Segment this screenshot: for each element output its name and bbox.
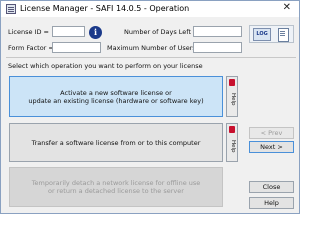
activate-license-button[interactable]: Activate a new software license or updat… (9, 76, 223, 117)
info-icon[interactable]: i (89, 26, 102, 39)
max-users-field[interactable] (193, 42, 242, 53)
detach-line-1: Temporarily detach a network license for… (31, 179, 201, 187)
app-icon (6, 4, 16, 14)
detach-license-button[interactable]: Temporarily detach a network license for… (9, 167, 223, 207)
close-window-icon[interactable]: ✕ (283, 3, 291, 13)
window-title: License Manager - SAFI 14.0.5 - Operatio… (20, 4, 190, 13)
close-button[interactable]: Close (249, 181, 294, 193)
separator (6, 57, 296, 58)
activate-line-1: Activate a new software license or (60, 88, 172, 97)
form-factor-field[interactable] (52, 42, 101, 53)
tool-icon-group: LOG (249, 25, 294, 43)
days-left-field[interactable] (193, 26, 242, 37)
form-factor-label: Form Factor = (8, 44, 54, 52)
transfer-license-button[interactable]: Transfer a software license from or to t… (9, 123, 223, 162)
pdf-icon (229, 79, 235, 86)
next-button[interactable]: Next > (249, 141, 294, 153)
transfer-help-label: Help (230, 139, 236, 153)
transfer-line-1: Transfer a software license from or to t… (31, 138, 201, 147)
activate-line-2: update an existing license (hardware or … (28, 96, 204, 105)
license-manager-window: License Manager - SAFI 14.0.5 - Operatio… (0, 0, 300, 214)
pdf-icon (229, 126, 235, 133)
activate-help-button[interactable]: Help (226, 76, 238, 117)
days-left-label: Number of Days Left = (124, 28, 199, 36)
document-icon[interactable] (276, 28, 290, 42)
log-icon[interactable]: LOG (253, 28, 271, 41)
detach-line-2: or return a detached license to the serv… (48, 187, 184, 195)
help-button[interactable]: Help (249, 197, 294, 209)
prev-button[interactable]: < Prev (249, 127, 294, 139)
license-id-field[interactable] (52, 26, 85, 37)
license-id-label: License ID = (8, 28, 50, 36)
activate-help-label: Help (230, 92, 236, 106)
max-users-label: Maximum Number of Users = (107, 44, 204, 52)
operation-prompt: Select which operation you want to perfo… (8, 62, 203, 70)
transfer-help-button[interactable]: Help (226, 123, 238, 162)
title-bar: License Manager - SAFI 14.0.5 - Operatio… (1, 1, 299, 17)
